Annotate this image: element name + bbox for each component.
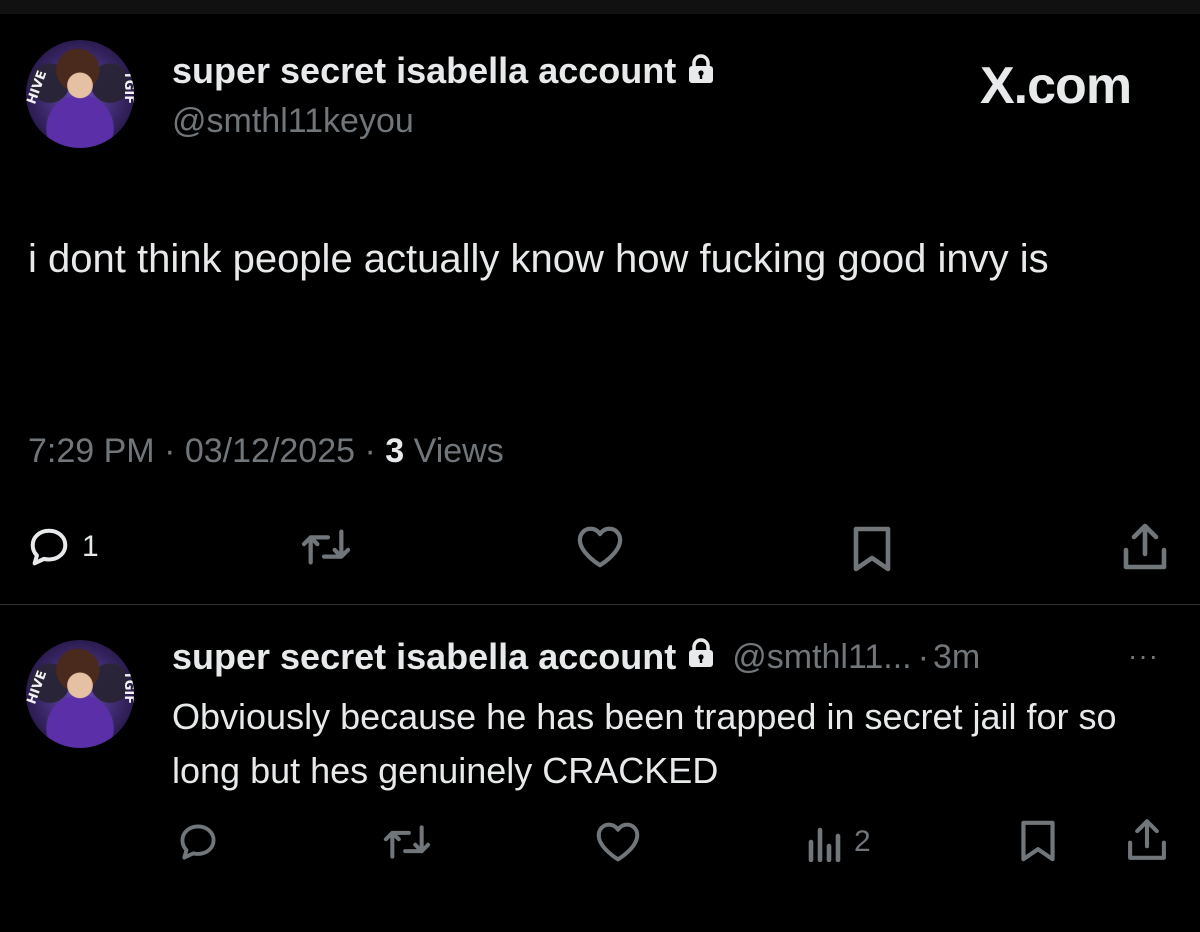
avatar-tag-right: TGIF: [121, 70, 134, 105]
reply-retweet-button[interactable]: [380, 820, 434, 864]
views-count: 3: [385, 432, 405, 470]
reply-reply-button[interactable]: [176, 820, 220, 864]
share-icon: [1120, 520, 1170, 574]
reply-icon: [176, 820, 220, 864]
divider: [0, 604, 1200, 605]
reply-handle[interactable]: @smthl11...: [732, 638, 911, 677]
reply-header: super secret isabella account @smthl11..…: [172, 636, 980, 678]
reply-button[interactable]: 1: [26, 524, 99, 570]
reply-text: Obviously because he has been trapped in…: [172, 696, 1117, 791]
author-handle[interactable]: @smthl11keyou: [172, 102, 414, 141]
reply-avatar[interactable]: HIVE TGIF: [26, 640, 134, 748]
retweet-button[interactable]: [298, 524, 354, 570]
reply-share-button[interactable]: [1124, 816, 1170, 864]
reply-views-count: 2: [854, 825, 871, 858]
meta-separator: ·: [364, 432, 376, 470]
reply-separator: ·: [917, 637, 929, 676]
retweet-icon: [380, 820, 434, 864]
tweet-text: i dont think people actually know how fu…: [28, 237, 1049, 281]
tweet-time[interactable]: 7:29 PM: [28, 432, 155, 470]
lock-icon: [688, 637, 714, 677]
display-name[interactable]: super secret isabella account: [172, 50, 676, 92]
like-icon: [574, 524, 626, 570]
bookmark-icon: [1018, 818, 1058, 864]
reply-bookmark-button[interactable]: [1018, 818, 1058, 864]
views-label[interactable]: Views: [414, 432, 504, 470]
like-icon: [594, 820, 642, 864]
avatar-tag-left: HIVE: [26, 668, 51, 707]
reply-views-button[interactable]: 2: [806, 822, 871, 862]
bookmark-icon: [850, 524, 894, 574]
reply-icon: [26, 524, 72, 570]
share-icon: [1124, 816, 1170, 864]
brand-logo: X.com: [980, 57, 1132, 115]
reply-like-button[interactable]: [594, 820, 642, 864]
avatar[interactable]: HIVE TGIF: [26, 40, 134, 148]
bookmark-button[interactable]: [850, 524, 894, 574]
status-bar-strip: [0, 0, 1200, 14]
like-button[interactable]: [574, 524, 626, 570]
more-icon[interactable]: ···: [1128, 640, 1159, 672]
share-button[interactable]: [1120, 520, 1170, 574]
tweet-meta: 7:29 PM · 03/12/2025 · 3 Views: [28, 432, 504, 471]
tweet-date[interactable]: 03/12/2025: [185, 432, 355, 470]
author-name-row: super secret isabella account: [172, 50, 714, 92]
lock-icon: [688, 53, 714, 89]
retweet-icon: [298, 524, 354, 570]
reply-display-name[interactable]: super secret isabella account: [172, 636, 676, 678]
reply-count: 1: [82, 530, 99, 563]
meta-separator: ·: [164, 432, 176, 470]
avatar-tag-left: HIVE: [26, 68, 51, 107]
views-icon: [806, 822, 844, 862]
reply-age[interactable]: 3m: [933, 638, 980, 677]
avatar-tag-right: TGIF: [121, 670, 134, 705]
